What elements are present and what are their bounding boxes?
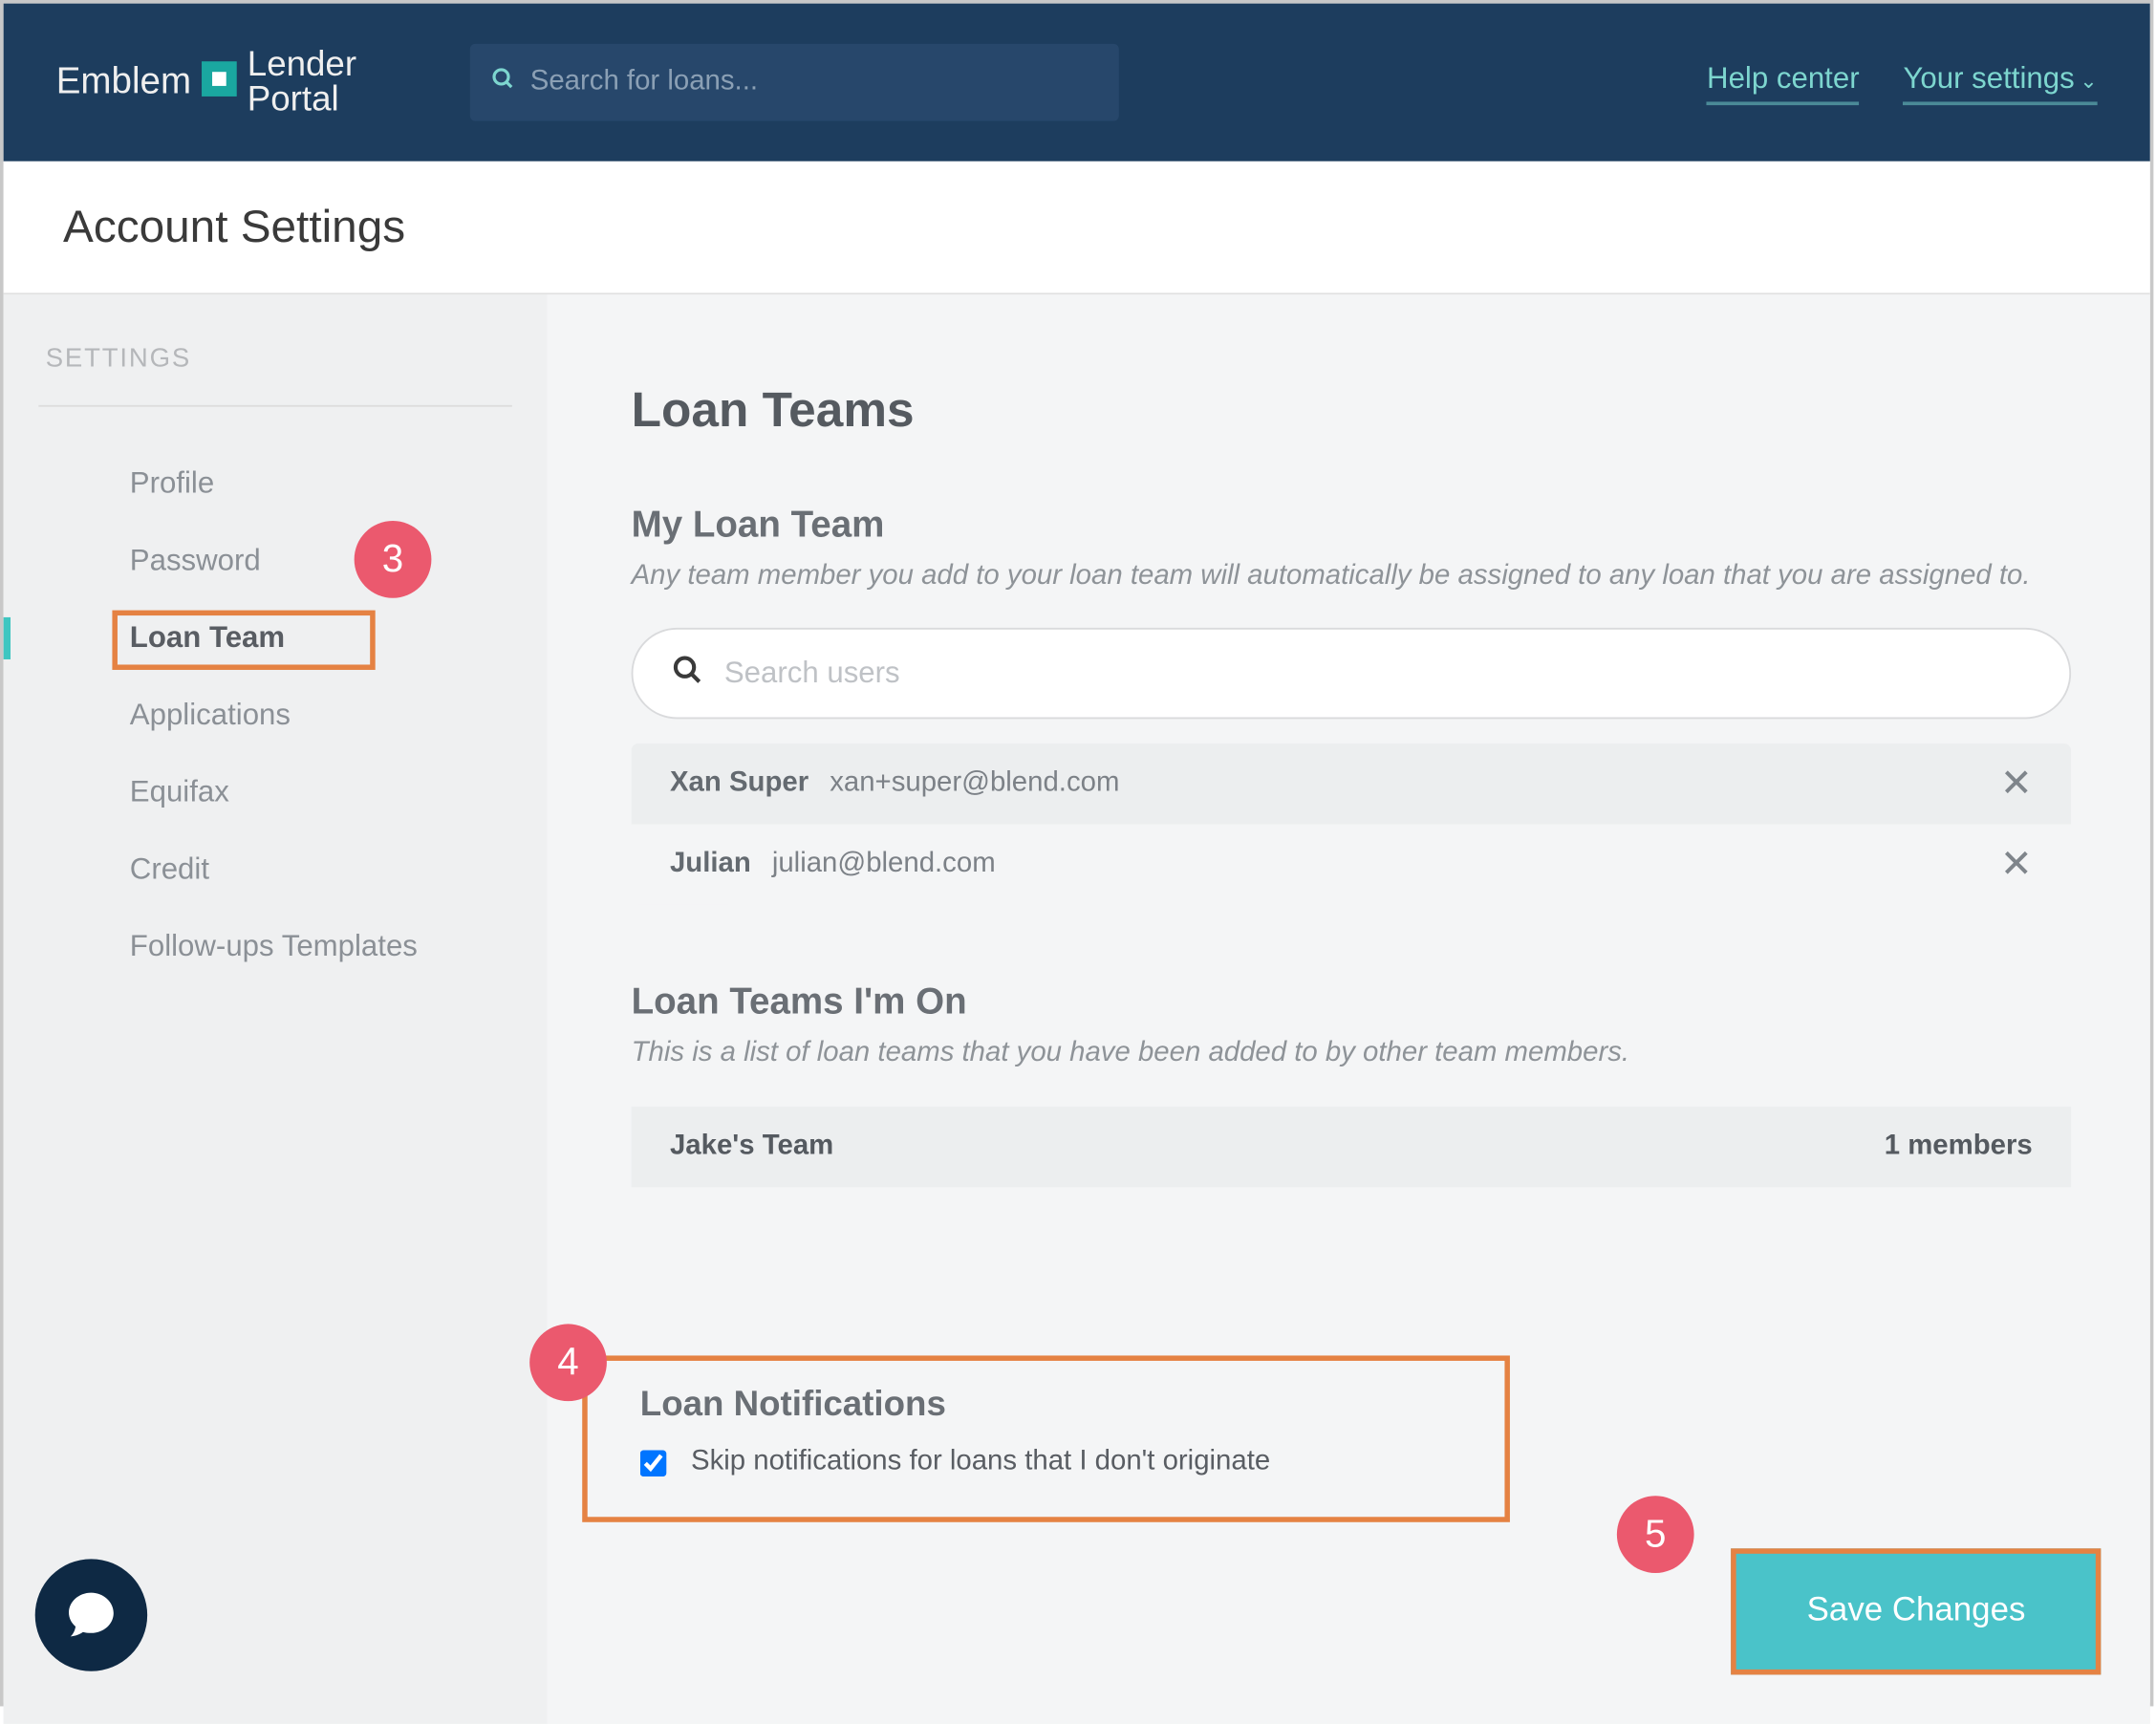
chat-widget-button[interactable] [35,1559,147,1670]
page-title: Account Settings [63,200,2090,254]
on-teams-heading: Loan Teams I'm On [632,982,2072,1024]
main-panel: Loan Teams My Loan Team Any team member … [548,294,2150,1724]
active-indicator [4,617,11,659]
sidebar-item-loan-team[interactable]: Loan Team [38,600,511,678]
sidebar-item-credit[interactable]: Credit [38,831,511,909]
logo-line2: Portal [248,82,356,118]
your-settings-link[interactable]: Your settings⌄ [1903,60,2097,104]
save-changes-button[interactable]: Save Changes [1732,1548,2102,1674]
remove-member-icon[interactable]: ✕ [2000,843,2033,889]
logo-brand: Emblem [56,61,191,103]
sidebar-item-equifax[interactable]: Equifax [38,754,511,831]
skip-notifications-label: Skip notifications for loans that I don'… [691,1447,1270,1478]
team-name: Jake's Team [670,1131,833,1162]
loan-notifications-heading: Loan Notifications [640,1386,1270,1426]
top-bar: Emblem Lender Portal Help center Your se… [4,4,2150,162]
loan-search-input[interactable] [530,67,1099,98]
sidebar-item-applications[interactable]: Applications [38,677,511,754]
sidebar-item-followups[interactable]: Follow-ups Templates [38,909,511,986]
team-row: Jake's Team 1 members [632,1106,2072,1186]
sidebar-divider [38,405,511,407]
loan-search[interactable] [470,44,1119,121]
content-area: SETTINGS Profile Password Loan Team Appl… [4,294,2150,1724]
your-settings-label: Your settings [1903,60,2074,94]
loan-teams-im-on: Loan Teams I'm On This is a list of loan… [632,982,2072,1187]
remove-member-icon[interactable]: ✕ [2000,762,2033,808]
chevron-down-icon: ⌄ [2080,68,2097,93]
on-teams-desc: This is a list of loan teams that you ha… [632,1035,2072,1074]
search-users-input[interactable] [724,657,2031,692]
annotation-badge-5: 5 [1617,1496,1694,1573]
logo-line1: Lender [248,48,356,83]
search-icon [491,66,516,99]
my-loan-team-desc: Any team member you add to your loan tea… [632,558,2072,597]
member-email: julian@blend.com [772,850,996,881]
search-icon [672,654,703,694]
settings-sidebar: SETTINGS Profile Password Loan Team Appl… [4,294,548,1724]
team-member-count: 1 members [1885,1131,2033,1162]
skip-notifications-row[interactable]: Skip notifications for loans that I don'… [640,1447,1270,1478]
logo: Emblem Lender Portal [56,48,356,118]
sidebar-heading: SETTINGS [38,344,511,374]
logo-suffix: Lender Portal [248,48,356,118]
member-name: Xan Super [670,768,808,800]
sidebar-item-password[interactable]: Password [38,523,511,600]
annotation-badge-3: 3 [355,521,432,598]
team-member-list: Xan Super xan+super@blend.com ✕ Julian j… [632,744,2072,906]
help-center-link[interactable]: Help center [1707,60,1860,104]
page-title-bar: Account Settings [4,162,2150,294]
team-member-row: Xan Super xan+super@blend.com ✕ [632,744,2072,825]
my-loan-team-heading: My Loan Team [632,505,2072,547]
loan-notifications-box: Loan Notifications Skip notifications fo… [582,1355,1510,1521]
sidebar-item-label: Loan Team [130,621,285,655]
annotation-badge-4: 4 [529,1324,607,1401]
loan-teams-title: Loan Teams [632,382,2072,439]
sidebar-item-profile[interactable]: Profile [38,445,511,523]
chat-icon [61,1585,120,1645]
topbar-right: Help center Your settings⌄ [1707,60,2098,104]
team-member-row: Julian julian@blend.com ✕ [632,825,2072,905]
search-users[interactable] [632,629,2072,720]
member-email: xan+super@blend.com [830,768,1119,800]
skip-notifications-checkbox[interactable] [640,1450,667,1476]
logo-mark-icon [202,61,237,97]
member-name: Julian [670,850,751,881]
